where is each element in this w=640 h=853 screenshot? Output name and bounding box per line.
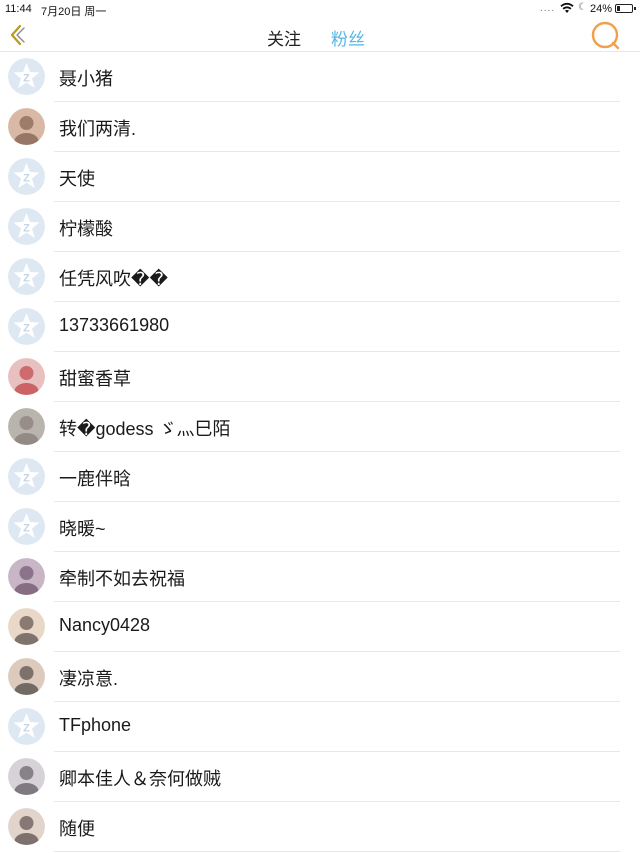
svg-text:Z: Z <box>23 273 30 285</box>
fan-list: Z 聂小猪我们两清. Z 天使 Z 柠檬酸 Z 任凭风吹�� Z 13733661980 甜蜜香草转… <box>0 52 640 852</box>
battery-fill <box>617 6 620 11</box>
fan-name: TFphone <box>59 715 132 735</box>
default-avatar-icon: Z <box>8 58 45 95</box>
avatar: Z <box>8 458 45 495</box>
fan-name: 一鹿伴晗 <box>59 469 131 489</box>
list-item[interactable]: Z TFphone <box>0 702 640 752</box>
default-avatar-icon: Z <box>8 708 45 745</box>
list-item[interactable]: Z 聂小猪 <box>0 52 640 102</box>
list-item[interactable]: Z 任凭风吹�� <box>0 252 640 302</box>
fan-name: 任凭风吹�� <box>59 269 168 289</box>
fan-name: 转�godess ゞ灬巳陌 <box>59 419 231 439</box>
list-item[interactable]: 凄凉意. <box>0 652 640 702</box>
list-item[interactable]: 牵制不如去祝福 <box>0 552 640 602</box>
svg-text:Z: Z <box>23 223 30 235</box>
list-item[interactable]: Z 13733661980 <box>0 302 640 352</box>
battery-percent: 24% <box>590 3 613 15</box>
avatar: Z <box>8 208 45 245</box>
avatar: Z <box>8 308 45 345</box>
avatar <box>8 108 45 145</box>
avatar <box>8 808 45 845</box>
default-avatar-icon: Z <box>8 508 45 545</box>
list-item[interactable]: 卿本佳人＆奈何做贼 <box>0 752 640 802</box>
user-photo-icon <box>8 758 45 795</box>
wifi-icon <box>560 2 574 13</box>
avatar: Z <box>8 708 45 745</box>
battery-icon <box>615 4 633 13</box>
chevron-left-icon <box>10 24 25 46</box>
divider <box>54 851 620 852</box>
fan-name: 我们两清. <box>59 119 137 139</box>
user-photo-icon <box>8 808 45 845</box>
user-photo-icon <box>8 408 45 445</box>
user-photo-icon <box>8 558 45 595</box>
user-photo-icon <box>8 658 45 695</box>
avatar: Z <box>8 508 45 545</box>
avatar: Z <box>8 58 45 95</box>
list-item[interactable]: 转�godess ゞ灬巳陌 <box>0 402 640 452</box>
nav-bar: 关注 粉丝 <box>0 18 640 52</box>
list-item[interactable]: 甜蜜香草 <box>0 352 640 402</box>
avatar <box>8 358 45 395</box>
svg-text:Z: Z <box>23 523 30 535</box>
back-button[interactable] <box>6 22 28 48</box>
tab-follow[interactable]: 关注 <box>267 25 301 50</box>
svg-text:Z: Z <box>23 323 30 335</box>
list-item[interactable]: 随便 <box>0 802 640 852</box>
search-button[interactable] <box>589 20 621 50</box>
list-item[interactable]: Z 晓暖~ <box>0 502 640 552</box>
default-avatar-icon: Z <box>8 258 45 295</box>
status-bar: 11:44 7月20日 周一 .... ☾ 24% <box>0 0 640 18</box>
default-avatar-icon: Z <box>8 158 45 195</box>
fan-name: 柠檬酸 <box>59 219 113 239</box>
fan-name: 牵制不如去祝福 <box>59 569 185 589</box>
user-photo-icon <box>8 108 45 145</box>
signal-icon: .... <box>540 3 556 14</box>
avatar: Z <box>8 258 45 295</box>
fan-name: 卿本佳人＆奈何做贼 <box>59 769 221 789</box>
fan-name: Nancy0428 <box>59 615 151 635</box>
default-avatar-icon: Z <box>8 308 45 345</box>
list-item[interactable]: 我们两清. <box>0 102 640 152</box>
list-item[interactable]: Z 柠檬酸 <box>0 202 640 252</box>
user-photo-icon <box>8 608 45 645</box>
nav-tabs: 关注 粉丝 <box>0 18 640 52</box>
fan-name: 聂小猪 <box>59 69 113 89</box>
fan-name: 甜蜜香草 <box>59 369 131 389</box>
tab-fans[interactable]: 粉丝 <box>331 25 365 50</box>
status-date: 7月20日 周一 <box>41 6 107 18</box>
avatar: Z <box>8 158 45 195</box>
list-item[interactable]: Z 一鹿伴晗 <box>0 452 640 502</box>
default-avatar-icon: Z <box>8 208 45 245</box>
list-item[interactable]: Nancy0428 <box>0 602 640 652</box>
fan-name: 天使 <box>59 169 95 189</box>
svg-text:Z: Z <box>23 723 30 735</box>
avatar <box>8 558 45 595</box>
default-avatar-icon: Z <box>8 458 45 495</box>
fan-name: 凄凉意. <box>59 669 119 689</box>
fan-name: 晓暖~ <box>59 519 106 539</box>
svg-text:Z: Z <box>23 173 30 185</box>
svg-text:Z: Z <box>23 73 30 85</box>
avatar <box>8 658 45 695</box>
user-photo-icon <box>8 358 45 395</box>
battery-tip <box>634 7 636 10</box>
svg-text:Z: Z <box>23 473 30 485</box>
fan-name: 随便 <box>59 819 95 839</box>
avatar <box>8 758 45 795</box>
avatar <box>8 408 45 445</box>
fan-name: 13733661980 <box>59 315 170 335</box>
moon-icon: ☾ <box>578 2 587 13</box>
status-time: 11:44 <box>5 3 32 15</box>
avatar <box>8 608 45 645</box>
list-item[interactable]: Z 天使 <box>0 152 640 202</box>
search-icon <box>591 21 620 50</box>
